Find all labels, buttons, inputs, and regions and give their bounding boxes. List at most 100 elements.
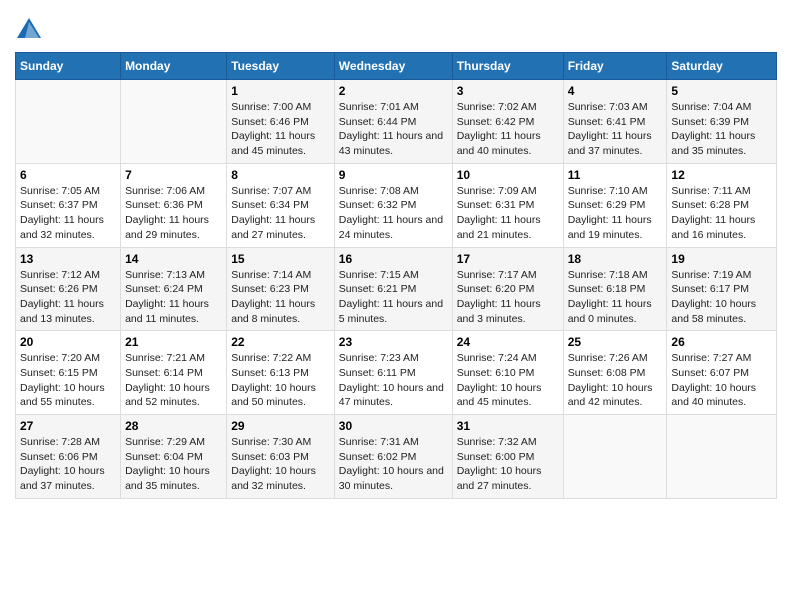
day-number: 3 (457, 84, 559, 98)
calendar-cell: 30 Sunrise: 7:31 AMSunset: 6:02 PMDayligh… (334, 415, 452, 499)
day-info: Sunrise: 7:14 AMSunset: 6:23 PMDaylight:… (231, 268, 330, 327)
calendar-cell: 31 Sunrise: 7:32 AMSunset: 6:00 PMDayligh… (452, 415, 563, 499)
day-number: 2 (339, 84, 448, 98)
calendar-cell: 24 Sunrise: 7:24 AMSunset: 6:10 PMDayligh… (452, 331, 563, 415)
day-number: 16 (339, 252, 448, 266)
day-info: Sunrise: 7:00 AMSunset: 6:46 PMDaylight:… (231, 100, 330, 159)
day-info: Sunrise: 7:29 AMSunset: 6:04 PMDaylight:… (125, 435, 222, 494)
week-row-4: 20 Sunrise: 7:20 AMSunset: 6:15 PMDayligh… (16, 331, 777, 415)
calendar-cell: 8 Sunrise: 7:07 AMSunset: 6:34 PMDaylight… (227, 163, 335, 247)
day-info: Sunrise: 7:28 AMSunset: 6:06 PMDaylight:… (20, 435, 116, 494)
day-info: Sunrise: 7:27 AMSunset: 6:07 PMDaylight:… (671, 351, 772, 410)
calendar-cell: 9Sunrise: 7:08 AMSunset: 6:32 PMDaylight… (334, 163, 452, 247)
day-info: Sunrise: 7:02 AMSunset: 6:42 PMDaylight:… (457, 100, 559, 159)
page-header (15, 10, 777, 44)
calendar-cell: 20 Sunrise: 7:20 AMSunset: 6:15 PMDayligh… (16, 331, 121, 415)
calendar-cell: 19 Sunrise: 7:19 AMSunset: 6:17 PMDayligh… (667, 247, 777, 331)
calendar-cell: 10Sunrise: 7:09 AMSunset: 6:31 PMDayligh… (452, 163, 563, 247)
day-number: 4 (568, 84, 663, 98)
day-info: Sunrise: 7:15 AMSunset: 6:21 PMDaylight:… (339, 268, 448, 327)
day-info: Sunrise: 7:08 AMSunset: 6:32 PMDaylight:… (339, 184, 448, 243)
day-info: Sunrise: 7:24 AMSunset: 6:10 PMDaylight:… (457, 351, 559, 410)
day-number: 14 (125, 252, 222, 266)
day-info: Sunrise: 7:01 AMSunset: 6:44 PMDaylight:… (339, 100, 448, 159)
calendar-cell: 26 Sunrise: 7:27 AMSunset: 6:07 PMDayligh… (667, 331, 777, 415)
calendar-cell: 16 Sunrise: 7:15 AMSunset: 6:21 PMDayligh… (334, 247, 452, 331)
calendar-cell (563, 415, 667, 499)
day-number: 5 (671, 84, 772, 98)
day-info: Sunrise: 7:31 AMSunset: 6:02 PMDaylight:… (339, 435, 448, 494)
header-day-thursday: Thursday (452, 53, 563, 80)
calendar-cell: 14Sunrise: 7:13 AMSunset: 6:24 PMDayligh… (121, 247, 227, 331)
day-number: 23 (339, 335, 448, 349)
calendar-cell: 1 Sunrise: 7:00 AMSunset: 6:46 PMDaylight… (227, 80, 335, 164)
week-row-5: 27 Sunrise: 7:28 AMSunset: 6:06 PMDayligh… (16, 415, 777, 499)
calendar-cell: 18 Sunrise: 7:18 AMSunset: 6:18 PMDayligh… (563, 247, 667, 331)
day-number: 20 (20, 335, 116, 349)
calendar-cell: 29 Sunrise: 7:30 AMSunset: 6:03 PMDayligh… (227, 415, 335, 499)
day-number: 26 (671, 335, 772, 349)
header-day-sunday: Sunday (16, 53, 121, 80)
day-number: 28 (125, 419, 222, 433)
calendar-cell: 23 Sunrise: 7:23 AMSunset: 6:11 PMDayligh… (334, 331, 452, 415)
day-number: 24 (457, 335, 559, 349)
day-info: Sunrise: 7:10 AMSunset: 6:29 PMDaylight:… (568, 184, 663, 243)
day-number: 13 (20, 252, 116, 266)
header-day-monday: Monday (121, 53, 227, 80)
logo-icon (15, 16, 43, 44)
calendar-cell: 3 Sunrise: 7:02 AMSunset: 6:42 PMDaylight… (452, 80, 563, 164)
day-number: 15 (231, 252, 330, 266)
calendar-cell: 21Sunrise: 7:21 AMSunset: 6:14 PMDayligh… (121, 331, 227, 415)
calendar-cell (667, 415, 777, 499)
header-day-friday: Friday (563, 53, 667, 80)
calendar-cell: 28 Sunrise: 7:29 AMSunset: 6:04 PMDayligh… (121, 415, 227, 499)
day-number: 10 (457, 168, 559, 182)
day-info: Sunrise: 7:07 AMSunset: 6:34 PMDaylight:… (231, 184, 330, 243)
day-number: 31 (457, 419, 559, 433)
day-number: 22 (231, 335, 330, 349)
calendar-cell: 17 Sunrise: 7:17 AMSunset: 6:20 PMDayligh… (452, 247, 563, 331)
day-number: 8 (231, 168, 330, 182)
header-day-tuesday: Tuesday (227, 53, 335, 80)
calendar-cell: 5 Sunrise: 7:04 AMSunset: 6:39 PMDaylight… (667, 80, 777, 164)
day-number: 29 (231, 419, 330, 433)
week-row-1: 1 Sunrise: 7:00 AMSunset: 6:46 PMDaylight… (16, 80, 777, 164)
day-number: 7 (125, 168, 222, 182)
day-number: 12 (671, 168, 772, 182)
day-info: Sunrise: 7:17 AMSunset: 6:20 PMDaylight:… (457, 268, 559, 327)
day-number: 1 (231, 84, 330, 98)
calendar-cell: 6Sunrise: 7:05 AMSunset: 6:37 PMDaylight… (16, 163, 121, 247)
calendar-cell: 12 Sunrise: 7:11 AMSunset: 6:28 PMDayligh… (667, 163, 777, 247)
day-info: Sunrise: 7:06 AMSunset: 6:36 PMDaylight:… (125, 184, 222, 243)
day-info: Sunrise: 7:32 AMSunset: 6:00 PMDaylight:… (457, 435, 559, 494)
day-info: Sunrise: 7:11 AMSunset: 6:28 PMDaylight:… (671, 184, 772, 243)
day-info: Sunrise: 7:21 AMSunset: 6:14 PMDaylight:… (125, 351, 222, 410)
day-number: 6 (20, 168, 116, 182)
day-info: Sunrise: 7:20 AMSunset: 6:15 PMDaylight:… (20, 351, 116, 410)
header-day-saturday: Saturday (667, 53, 777, 80)
day-info: Sunrise: 7:30 AMSunset: 6:03 PMDaylight:… (231, 435, 330, 494)
day-info: Sunrise: 7:26 AMSunset: 6:08 PMDaylight:… (568, 351, 663, 410)
header-row: SundayMondayTuesdayWednesdayThursdayFrid… (16, 53, 777, 80)
calendar-cell: 22Sunrise: 7:22 AMSunset: 6:13 PMDayligh… (227, 331, 335, 415)
day-info: Sunrise: 7:04 AMSunset: 6:39 PMDaylight:… (671, 100, 772, 159)
header-day-wednesday: Wednesday (334, 53, 452, 80)
day-number: 19 (671, 252, 772, 266)
calendar-cell (121, 80, 227, 164)
calendar-cell: 2 Sunrise: 7:01 AMSunset: 6:44 PMDaylight… (334, 80, 452, 164)
day-info: Sunrise: 7:12 AMSunset: 6:26 PMDaylight:… (20, 268, 116, 327)
day-number: 25 (568, 335, 663, 349)
calendar-body: 1 Sunrise: 7:00 AMSunset: 6:46 PMDaylight… (16, 80, 777, 499)
calendar-cell (16, 80, 121, 164)
day-info: Sunrise: 7:19 AMSunset: 6:17 PMDaylight:… (671, 268, 772, 327)
calendar-cell: 15 Sunrise: 7:14 AMSunset: 6:23 PMDayligh… (227, 247, 335, 331)
day-number: 30 (339, 419, 448, 433)
day-info: Sunrise: 7:23 AMSunset: 6:11 PMDaylight:… (339, 351, 448, 410)
calendar-table: SundayMondayTuesdayWednesdayThursdayFrid… (15, 52, 777, 499)
week-row-3: 13 Sunrise: 7:12 AMSunset: 6:26 PMDayligh… (16, 247, 777, 331)
day-number: 18 (568, 252, 663, 266)
calendar-cell: 4Sunrise: 7:03 AMSunset: 6:41 PMDaylight… (563, 80, 667, 164)
day-number: 27 (20, 419, 116, 433)
day-info: Sunrise: 7:18 AMSunset: 6:18 PMDaylight:… (568, 268, 663, 327)
day-number: 17 (457, 252, 559, 266)
